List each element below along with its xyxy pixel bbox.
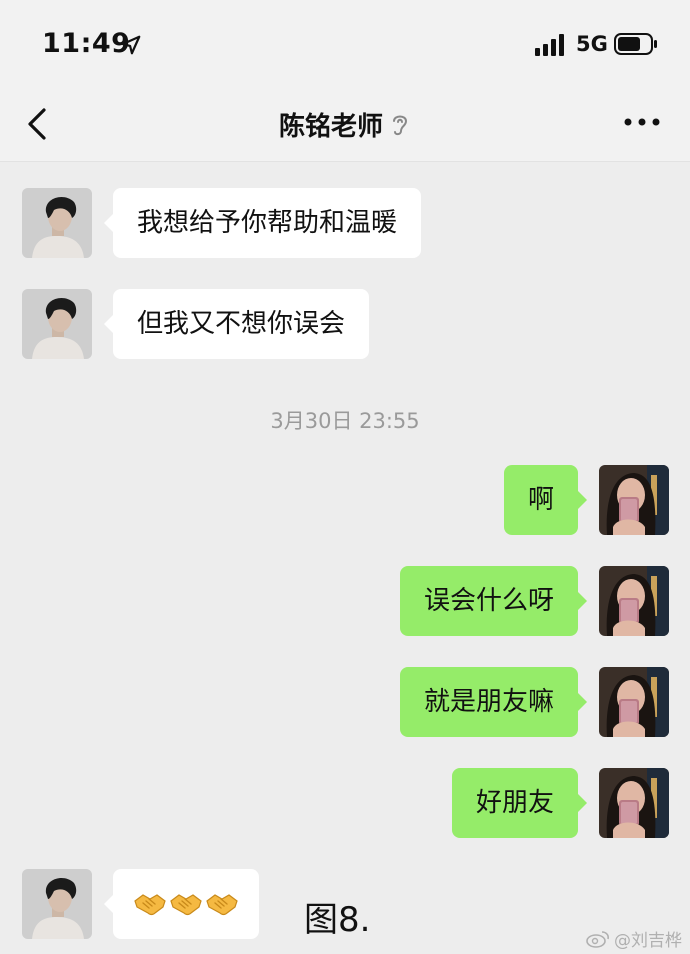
earpiece-icon	[393, 115, 408, 136]
weibo-watermark: @刘吉桦	[586, 926, 682, 951]
handshake-icon	[169, 891, 203, 917]
emoji-row	[133, 869, 239, 939]
signal-bars-icon	[535, 34, 564, 56]
weibo-icon	[586, 930, 609, 948]
message-bubble-outgoing[interactable]: 啊	[503, 465, 588, 535]
more-dots-icon[interactable]	[620, 114, 664, 130]
avatar-teacher[interactable]	[22, 869, 92, 939]
nav-bar: 陈铭老师	[0, 86, 690, 162]
avatar-me[interactable]	[599, 465, 669, 535]
avatar-me[interactable]	[599, 667, 669, 737]
chat-title[interactable]: 陈铭老师	[279, 106, 383, 143]
message-bubble-emoji[interactable]	[104, 869, 259, 939]
message-bubble-incoming[interactable]: 我想给予你帮助和温暖	[103, 188, 422, 258]
handshake-icon	[133, 891, 167, 917]
network-label: 5G	[576, 32, 608, 56]
message-bubble-outgoing[interactable]: 好朋友	[451, 768, 588, 838]
battery-icon	[614, 33, 657, 55]
avatar-me[interactable]	[599, 768, 669, 838]
location-arrow-icon	[121, 35, 141, 55]
nav-title-wrap: 陈铭老师	[0, 86, 690, 162]
message-bubble-outgoing[interactable]: 误会什么呀	[399, 566, 588, 636]
avatar-teacher[interactable]	[22, 289, 92, 359]
status-bar: 11:49 5G	[0, 0, 690, 86]
watermark-text: @刘吉桦	[614, 931, 682, 951]
message-bubble-outgoing[interactable]: 就是朋友嘛	[399, 667, 588, 737]
status-time: 11:49	[42, 28, 131, 59]
message-timestamp: 3月30日 23:55	[270, 409, 420, 433]
avatar-me[interactable]	[599, 566, 669, 636]
figure-caption: 图8.	[304, 900, 371, 940]
handshake-icon	[205, 891, 239, 917]
avatar-teacher[interactable]	[22, 188, 92, 258]
chat-area[interactable]: 我想给予你帮助和温暖 但我又不想你误会 3月30日 23:55 啊 误会什么呀 …	[0, 162, 690, 954]
message-bubble-incoming[interactable]: 但我又不想你误会	[103, 289, 370, 359]
